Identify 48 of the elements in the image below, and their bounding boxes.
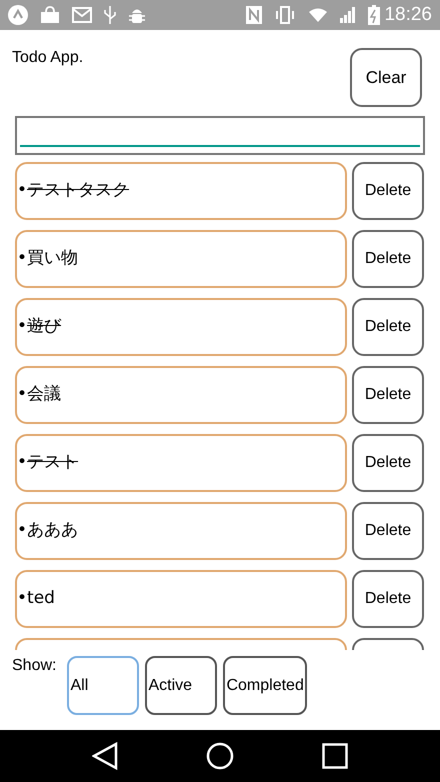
clear-button[interactable]: Clear [350, 48, 422, 107]
nfc-icon [246, 6, 262, 24]
todo-text: あああ [27, 519, 78, 542]
todo-input-field[interactable] [15, 116, 425, 155]
usb-icon [104, 5, 116, 25]
delete-button[interactable]: Delete [352, 366, 424, 424]
todo-text: テスト [27, 451, 78, 474]
bullet: • [17, 315, 28, 338]
bullet: • [17, 519, 28, 542]
filter-button[interactable]: Active [145, 656, 218, 715]
todo-item[interactable]: •会議 [15, 366, 347, 424]
delete-button[interactable]: Delete [352, 434, 424, 492]
todo-text: 会議 [27, 383, 62, 406]
home-icon[interactable] [206, 742, 234, 770]
vibrate-icon [274, 6, 296, 24]
app-title: Todo App. [12, 48, 84, 68]
delete-button[interactable]: Delete [352, 298, 424, 356]
delete-button[interactable]: Delete [352, 570, 424, 628]
todo-text: ted [27, 587, 55, 610]
filter-button[interactable]: All [67, 656, 140, 715]
filter-button[interactable]: Completed [223, 656, 307, 715]
bullet: • [17, 247, 28, 270]
show-label: Show: [12, 656, 56, 676]
mail-icon [72, 7, 92, 23]
wifi-icon [308, 7, 328, 23]
todo-item[interactable]: •ted [15, 570, 347, 628]
bag-icon [40, 6, 60, 24]
battery-icon [368, 5, 380, 25]
todo-item[interactable]: •テスト [15, 434, 347, 492]
todo-text: 遊び [27, 315, 62, 338]
todo-item[interactable]: •買い物 [15, 230, 347, 288]
todo-item[interactable]: •テストタスク [15, 162, 347, 220]
bullet: • [17, 383, 28, 406]
todo-text: テストタスク [27, 179, 130, 202]
delete-button[interactable]: Delete [352, 162, 424, 220]
delete-button[interactable]: Delete [352, 502, 424, 560]
bullet: • [17, 451, 28, 474]
todo-text: 買い物 [27, 247, 78, 270]
caret-up-circle-icon [8, 5, 28, 25]
bullet: • [17, 179, 28, 202]
status-time: 18:26 [384, 2, 432, 27]
signal-icon [340, 7, 356, 23]
back-icon[interactable] [92, 742, 118, 770]
recents-icon[interactable] [322, 743, 348, 769]
delete-button[interactable]: Delete [352, 230, 424, 288]
todo-item[interactable]: •あああ [15, 502, 347, 560]
bullet: • [17, 587, 28, 610]
todo-item[interactable]: •遊び [15, 298, 347, 356]
